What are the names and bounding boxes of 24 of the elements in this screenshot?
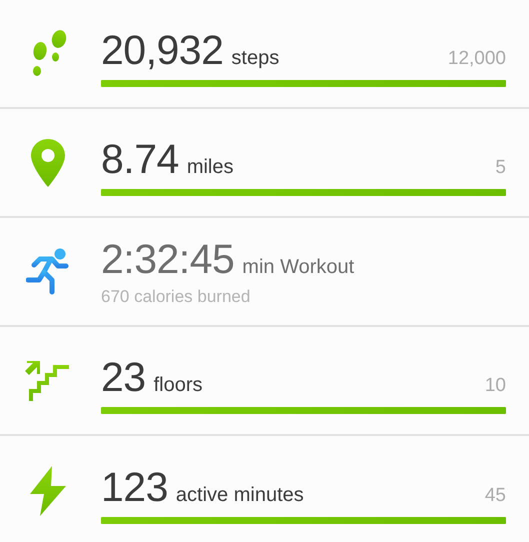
stat-row[interactable]: 23 floors 10 bbox=[0, 327, 529, 436]
stat-value: 123 bbox=[101, 464, 168, 510]
stat-unit: floors bbox=[154, 374, 203, 396]
stat-unit: active minutes bbox=[176, 484, 304, 506]
stat-unit: miles bbox=[186, 156, 234, 178]
stat-row[interactable]: 2:32:45 min Workout 670 calories burned bbox=[0, 218, 529, 327]
stat-unit: min Workout bbox=[242, 256, 354, 279]
stat-detail: 670 calories burned bbox=[101, 287, 250, 307]
stat-row[interactable]: 8.74 miles 5 bbox=[0, 109, 529, 218]
running-person-icon bbox=[26, 248, 70, 296]
stat-row[interactable]: 123 active minutes 45 bbox=[0, 436, 529, 542]
stat-row[interactable]: 20,932 steps 12,000 bbox=[0, 0, 529, 109]
goal-value: 12,000 bbox=[448, 48, 506, 70]
goal-value: 45 bbox=[484, 484, 506, 506]
goal-value: 5 bbox=[495, 156, 506, 178]
goal-value: 10 bbox=[484, 374, 506, 396]
stairs-icon bbox=[24, 360, 70, 400]
stat-unit: steps bbox=[231, 46, 280, 70]
location-pin-icon bbox=[30, 138, 64, 186]
stat-value: 8.74 bbox=[101, 136, 179, 182]
stat-value: 23 bbox=[101, 354, 146, 400]
stat-value: 2:32:45 bbox=[101, 236, 234, 283]
lightning-bolt-icon bbox=[30, 466, 66, 516]
stat-value: 20,932 bbox=[101, 26, 224, 74]
